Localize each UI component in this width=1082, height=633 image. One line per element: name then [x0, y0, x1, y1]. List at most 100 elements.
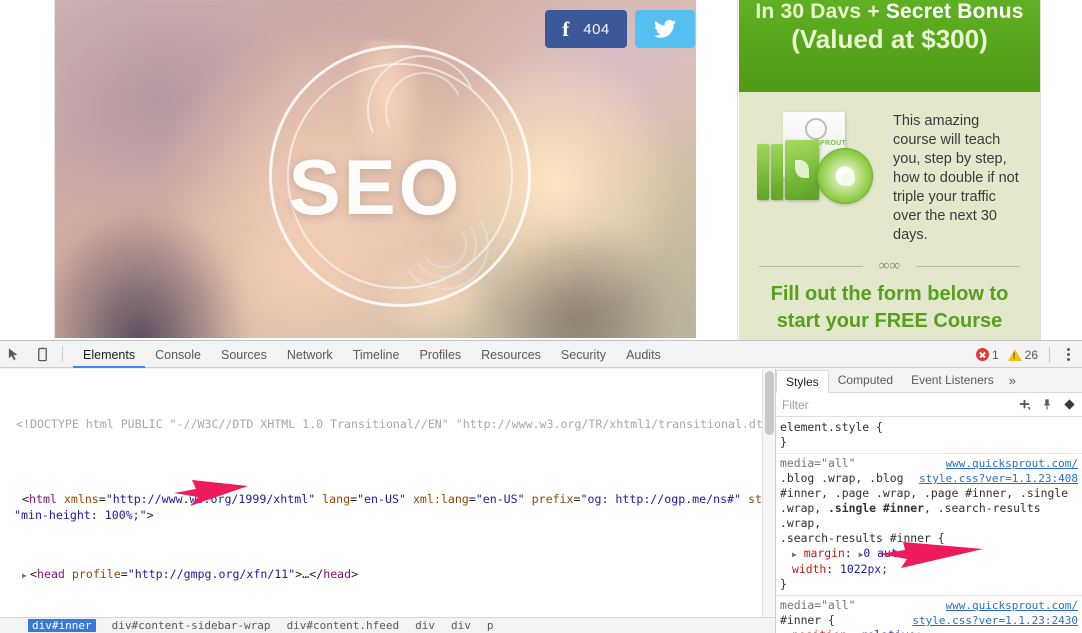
tab-console[interactable]: Console: [145, 342, 211, 368]
dom-line-html[interactable]: <html xmlns="http://www.w3.org/1999/xhtm…: [0, 492, 775, 522]
styles-rules-list[interactable]: element.style { } media="all" www.quicks…: [776, 418, 1082, 633]
promo-divider: ∞∞: [759, 259, 1020, 273]
declaration-margin[interactable]: ▶ margin: ▶0 auto;: [780, 546, 1082, 562]
dom-scroll-thumb[interactable]: [765, 371, 774, 435]
error-count-value: 1: [992, 348, 999, 362]
devtools-toolbar-right: 1 26: [976, 341, 1078, 368]
promo-body: QUICKSPROUT This amazing course will tea…: [739, 92, 1040, 340]
error-icon: [976, 348, 989, 361]
browser-page-content: SEO f 404 In 30 Days + Secret Bonus (Val…: [0, 0, 1082, 340]
inspect-element-icon[interactable]: [0, 341, 28, 367]
promo-cta: Fill out the form below to start your FR…: [753, 281, 1026, 335]
promo-cta-line1: Fill out the form below to: [753, 281, 1026, 308]
tab-network[interactable]: Network: [277, 342, 343, 368]
promo-description: This amazing course will teach you, step…: [893, 112, 1026, 245]
boxart-book-3: [785, 140, 819, 200]
promo-headline-line2: (Valued at $300): [739, 24, 1040, 55]
devtools-menu-icon[interactable]: [1059, 348, 1078, 361]
tab-elements[interactable]: Elements: [73, 342, 145, 368]
styles-filter-bar: Filter: [776, 393, 1082, 417]
warning-icon: [1008, 349, 1022, 361]
devtools-content: <!DOCTYPE html PUBLIC "-//W3C//DTD XHTML…: [0, 369, 1082, 633]
breadcrumb: div#inner div#content-sidebar-wrap div#c…: [0, 617, 775, 633]
social-share-buttons: f 404: [545, 10, 695, 48]
style-rule-inner-width[interactable]: media="all" www.quicksprout.com/ .blog .…: [776, 454, 1082, 596]
breadcrumb-item-inner[interactable]: div#inner: [28, 619, 96, 632]
breadcrumb-item-div-2[interactable]: div: [451, 619, 471, 632]
promo-headline-line1: In 30 Days + Secret Bonus: [739, 0, 1040, 18]
tab-security[interactable]: Security: [551, 342, 616, 368]
devtools-panel: Elements Console Sources Network Timelin…: [0, 340, 1082, 633]
tab-profiles[interactable]: Profiles: [409, 342, 471, 368]
facebook-share-button[interactable]: f 404: [545, 10, 627, 48]
page-sidebar-rule: [737, 0, 738, 340]
facebook-share-count: 404: [583, 21, 610, 38]
rule-media-2: media="all": [780, 598, 855, 612]
tab-timeline[interactable]: Timeline: [343, 342, 410, 368]
rule-selector-element-style[interactable]: element.style: [780, 420, 869, 434]
dom-panel-scrollbar[interactable]: [762, 369, 775, 617]
tab-audits[interactable]: Audits: [616, 342, 671, 368]
dom-line-head[interactable]: <head profile="http://gmpg.org/xfn/11">……: [0, 567, 775, 582]
toolbar-divider: [62, 346, 63, 362]
cursor-inspect-icon: [7, 347, 22, 362]
styles-filter-input[interactable]: Filter: [782, 398, 1018, 412]
boxart-q-circle: [805, 118, 827, 140]
style-rule-inner-position[interactable]: media="all" www.quicksprout.com/ #inner …: [776, 596, 1082, 633]
breadcrumb-item-p[interactable]: p: [487, 619, 494, 632]
pin-icon[interactable]: [1041, 398, 1053, 411]
breadcrumb-item-content-sidebar-wrap[interactable]: div#content-sidebar-wrap: [112, 619, 271, 632]
elements-dom-panel: <!DOCTYPE html PUBLIC "-//W3C//DTD XHTML…: [0, 369, 776, 633]
error-count-badge[interactable]: 1: [976, 348, 999, 362]
dom-tree[interactable]: <!DOCTYPE html PUBLIC "-//W3C//DTD XHTML…: [0, 369, 775, 617]
rule-origin-file-2[interactable]: www.quicksprout.com/: [946, 599, 1078, 612]
page-right-rule: [1040, 0, 1041, 340]
dom-line-doctype[interactable]: <!DOCTYPE html PUBLIC "-//W3C//DTD XHTML…: [0, 417, 775, 447]
rule-origin-file-1[interactable]: www.quicksprout.com/: [946, 457, 1078, 470]
divider-ornament-icon: ∞∞: [879, 258, 900, 275]
new-style-rule-icon[interactable]: [1018, 398, 1031, 411]
tab-resources[interactable]: Resources: [471, 342, 551, 368]
rule-selector-1-part3[interactable]: .wrap, .single #inner, .search-results .…: [780, 501, 1082, 531]
promo-header: In 30 Days + Secret Bonus (Valued at $30…: [739, 0, 1040, 92]
rule-selector-2[interactable]: #inner: [780, 613, 821, 627]
toolbar-divider-2: [1049, 347, 1050, 363]
featured-image: SEO: [55, 0, 696, 338]
mobile-device-icon: [35, 347, 50, 362]
tab-sources[interactable]: Sources: [211, 342, 277, 368]
twitter-share-button[interactable]: [635, 10, 695, 48]
tab-event-listeners[interactable]: Event Listeners: [902, 369, 1003, 392]
boxart-dvd: [817, 148, 873, 204]
tab-styles[interactable]: Styles: [776, 370, 829, 393]
facebook-icon: f: [562, 17, 569, 42]
styles-tab-bar: Styles Computed Event Listeners »: [776, 369, 1082, 393]
promo-cta-line2: start your FREE Course: [753, 308, 1026, 335]
declaration-width[interactable]: width: 1022px;: [780, 562, 1082, 577]
twitter-bird-icon: [653, 17, 677, 41]
style-rule-element-style[interactable]: element.style { }: [776, 418, 1082, 454]
product-boxart-image: QUICKSPROUT: [753, 112, 883, 204]
warning-count-badge[interactable]: 26: [1008, 348, 1038, 362]
rule-origin-link-1[interactable]: style.css?ver=1.1.23:408: [919, 471, 1078, 486]
rule-media-1: media="all": [780, 456, 855, 470]
boxart-book-1: [757, 144, 769, 200]
rule-origin-2[interactable]: www.quicksprout.com/: [946, 598, 1078, 613]
styles-panel: Styles Computed Event Listeners » Filter: [776, 369, 1082, 633]
devtools-tab-bar: Elements Console Sources Network Timelin…: [73, 341, 671, 368]
styles-more-tabs-icon[interactable]: »: [1003, 369, 1022, 392]
sidebar-optin-promo: In 30 Days + Secret Bonus (Valued at $30…: [739, 0, 1040, 340]
rule-origin-1[interactable]: www.quicksprout.com/: [946, 456, 1078, 471]
rule-origin-link-2[interactable]: style.css?ver=1.1.23:2430: [912, 613, 1078, 628]
rule-selector-1-part4[interactable]: .search-results #inner {: [780, 531, 1082, 546]
tab-computed[interactable]: Computed: [829, 369, 902, 392]
devtools-toolbar: Elements Console Sources Network Timelin…: [0, 341, 1082, 368]
breadcrumb-item-content[interactable]: div#content.hfeed: [287, 619, 400, 632]
warning-count-value: 26: [1025, 348, 1038, 362]
breadcrumb-item-div-1[interactable]: div: [415, 619, 435, 632]
rule-selector-1-part2[interactable]: #inner, .page .wrap, .page #inner, .sing…: [780, 486, 1082, 501]
rule-selector-1-part1[interactable]: .blog .wrap, .blog: [780, 471, 903, 485]
device-toolbar-icon[interactable]: [28, 341, 56, 367]
color-format-icon[interactable]: [1063, 398, 1076, 411]
declaration-position[interactable]: position: relative;: [780, 628, 1082, 633]
hero-seo-text: SEO: [55, 148, 696, 226]
